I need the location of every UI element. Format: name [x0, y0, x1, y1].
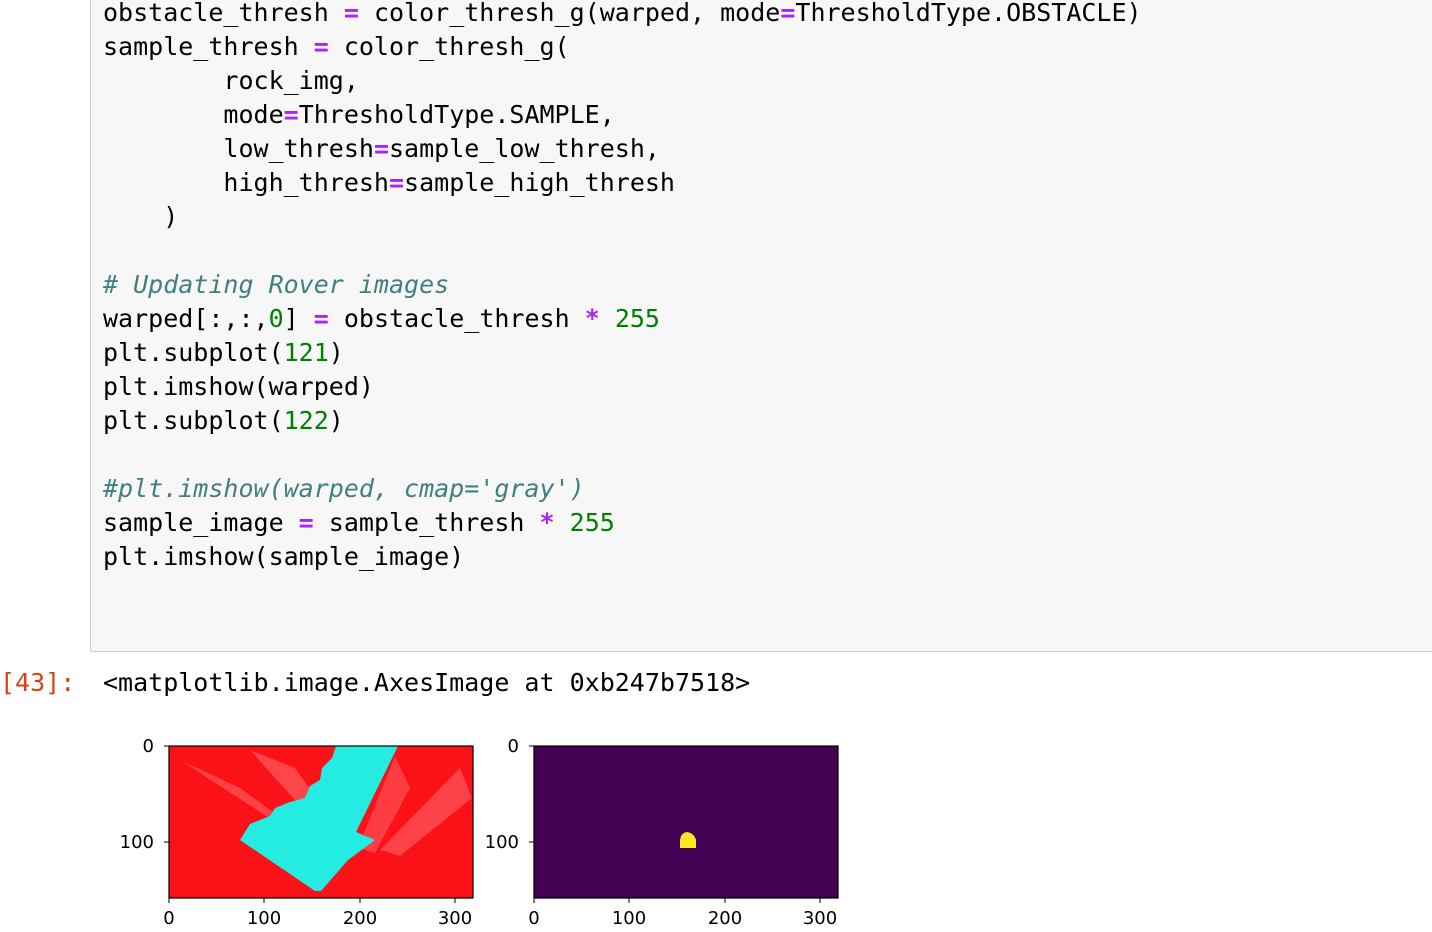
code-line[interactable]: obstacle_thresh = color_thresh_g(warped,… [103, 0, 1142, 30]
sample-background [534, 746, 838, 898]
subplot-warped: 0 100 0 100 200 300 [120, 736, 474, 929]
code-line[interactable]: sample_image = sample_thresh * 255 [103, 506, 615, 540]
warped-x-ticks: 0 100 200 300 [163, 898, 472, 929]
plot-output: 0 100 0 100 200 300 0 100 0 100 200 300 [100, 728, 860, 929]
sample-y-ticks: 0 100 [485, 736, 534, 853]
sample-ytick-label: 0 [508, 736, 519, 757]
code-line[interactable]: plt.subplot(121) [103, 336, 344, 370]
code-line[interactable]: high_thresh=sample_high_thresh [103, 166, 675, 200]
code-line[interactable]: mode=ThresholdType.SAMPLE, [103, 98, 614, 132]
code-line[interactable]: # Updating Rover images [103, 268, 449, 302]
subplot-sample: 0 100 0 100 200 300 [485, 736, 839, 929]
output-repr-text: <matplotlib.image.AxesImage at 0xb247b75… [103, 668, 751, 697]
warped-xtick-label: 300 [438, 908, 472, 928]
code-line[interactable]: rock_img, [103, 64, 358, 98]
sample-xtick-label: 0 [528, 908, 539, 928]
sample-ytick-label: 100 [485, 832, 519, 853]
warped-xtick-label: 200 [343, 908, 377, 928]
code-line[interactable]: plt.subplot(122) [103, 404, 344, 438]
warped-xtick-label: 0 [163, 908, 174, 928]
sample-xtick-label: 300 [803, 908, 837, 928]
code-line[interactable]: warped[:,:,0] = obstacle_thresh * 255 [103, 302, 660, 336]
code-line[interactable]: sample_thresh = color_thresh_g( [103, 30, 570, 64]
code-line[interactable]: #plt.imshow(warped, cmap='gray') [103, 472, 585, 506]
code-line[interactable]: ) [103, 200, 178, 234]
code-line[interactable]: plt.imshow(warped) [103, 370, 374, 404]
code-line[interactable]: plt.imshow(sample_image) [103, 540, 464, 574]
code-line[interactable]: low_thresh=sample_low_thresh, [103, 132, 660, 166]
warped-y-ticks: 0 100 [120, 736, 169, 853]
sample-x-ticks: 0 100 200 300 [528, 898, 837, 929]
sample-xtick-label: 100 [612, 908, 646, 928]
output-prompt: [43]: [0, 668, 76, 697]
warped-xtick-label: 100 [247, 908, 281, 928]
warped-ytick-label: 100 [120, 832, 154, 853]
warped-ytick-label: 0 [143, 736, 154, 757]
sample-xtick-label: 200 [708, 908, 742, 928]
matplotlib-figure: 0 100 0 100 200 300 0 100 0 100 200 300 [120, 736, 839, 929]
